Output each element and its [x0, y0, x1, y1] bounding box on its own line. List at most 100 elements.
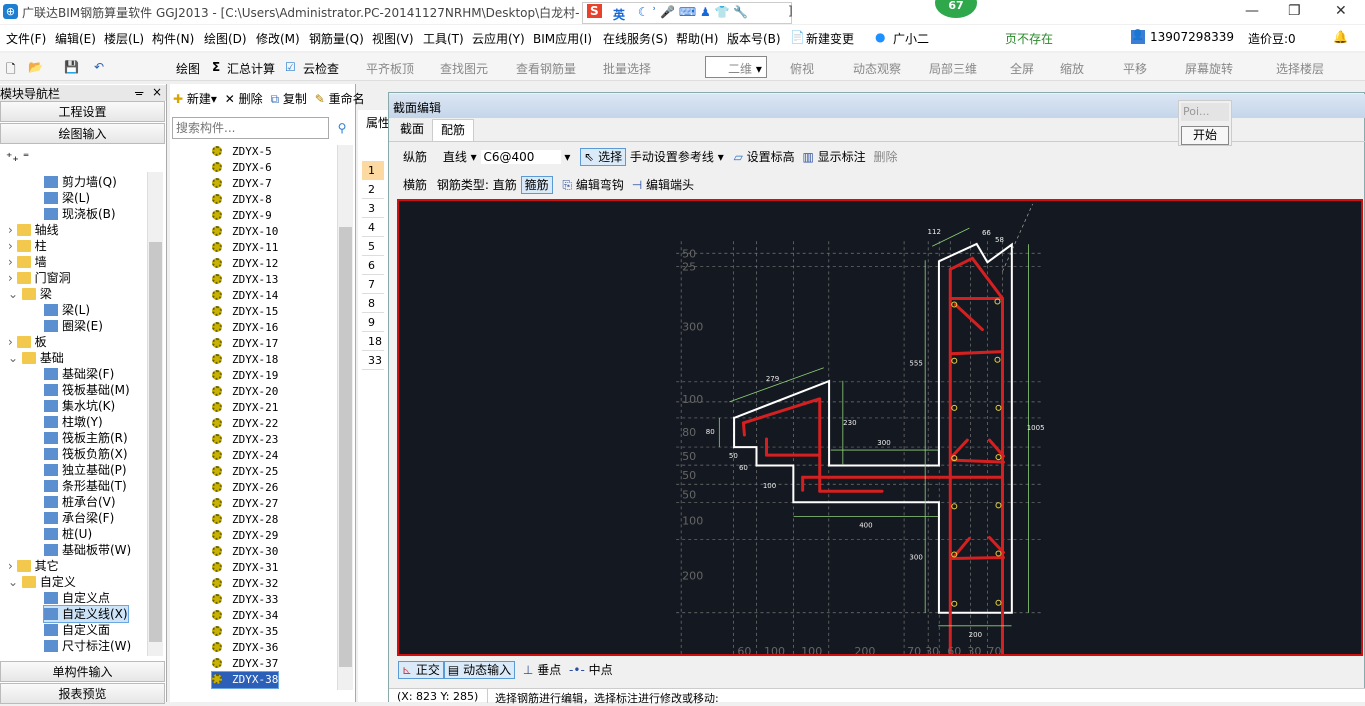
expand-toggle-icon[interactable]: › [8, 335, 17, 349]
pan-button[interactable]: 平移 [1123, 60, 1147, 77]
draw-input-button[interactable]: 绘图输入 [0, 123, 165, 144]
nav-tree-item[interactable]: › 轴线 [8, 222, 59, 238]
nav-tree-item[interactable]: › 墙 [8, 254, 47, 270]
expand-toggle-icon[interactable]: ⌄ [8, 575, 22, 589]
new-button[interactable]: 新建 [187, 92, 211, 106]
component-list-item[interactable]: ZDYX-25 [212, 464, 278, 480]
midpoint-snap-button[interactable]: 中点 [589, 663, 613, 677]
nav-tree-scrollbar[interactable] [147, 172, 163, 656]
component-list-item[interactable]: ZDYX-13 [212, 272, 278, 288]
nav-tree-item[interactable]: 桩承台(V) [44, 494, 116, 510]
account-phone[interactable]: 13907298339 [1150, 30, 1234, 44]
menu-draw[interactable]: 绘图(D) [204, 30, 247, 47]
component-list-item[interactable]: ZDYX-9 [212, 208, 272, 224]
bell-icon[interactable]: 🔔 [1333, 30, 1348, 44]
nav-tree-item[interactable]: 承台梁(F) [44, 510, 114, 526]
expand-toggle-icon[interactable]: › [8, 271, 17, 285]
save-icon[interactable]: 💾 [64, 60, 79, 74]
menu-view[interactable]: 视图(V) [372, 30, 414, 47]
component-list-item[interactable]: ZDYX-33 [212, 592, 278, 608]
nav-tree-item[interactable]: ⌄ 自定义 [8, 574, 76, 590]
property-row-number[interactable]: 7 [362, 275, 384, 294]
ime-toolbar[interactable]: S 英 ☾ ʾ 🎤 ⌨ ♟ 👕 🔧 [582, 2, 792, 24]
menu-component[interactable]: 构件(N) [152, 30, 194, 47]
menu-rebar[interactable]: 钢筋量(Q) [309, 30, 364, 47]
longitudinal-label[interactable]: 纵筋 [403, 150, 427, 164]
component-list-scrollbar[interactable] [337, 145, 353, 690]
show-dimension-button[interactable]: 显示标注 [818, 150, 866, 164]
tab-section[interactable]: 截面 [392, 119, 432, 141]
align-top-button[interactable]: 平齐板顶 [366, 60, 414, 77]
nav-tree-item[interactable]: 梁(L) [44, 302, 90, 318]
nav-tree-item[interactable]: 柱墩(Y) [44, 414, 103, 430]
view-mode-select[interactable]: 二维 ▾ [705, 56, 767, 78]
property-row-number[interactable]: 4 [362, 218, 384, 237]
component-list-item[interactable]: ZDYX-37 [212, 656, 278, 672]
property-row-number[interactable]: 5 [362, 237, 384, 256]
menu-floor[interactable]: 楼层(L) [104, 30, 144, 47]
component-list-item[interactable]: ZDYX-10 [212, 224, 278, 240]
component-list-item[interactable]: ZDYX-16 [212, 320, 278, 336]
component-list-item[interactable]: ZDYX-38 [210, 671, 280, 689]
component-list-item[interactable]: ZDYX-18 [212, 352, 278, 368]
expand-toggle-icon[interactable]: › [8, 223, 17, 237]
menu-cloud[interactable]: 云应用(Y) [472, 30, 525, 47]
pin-icon[interactable]: ᚚ [135, 85, 143, 99]
menu-new-change[interactable]: 新建变更 [806, 30, 854, 47]
property-row-number[interactable]: 33 [362, 351, 384, 370]
nav-tree-item[interactable]: › 板 [8, 334, 47, 350]
dynamic-input-button[interactable]: 动态输入 [463, 663, 511, 677]
menu-tools[interactable]: 工具(T) [423, 30, 464, 47]
expand-toggle-icon[interactable]: › [8, 239, 17, 253]
nav-close-icon[interactable]: × [152, 85, 162, 99]
rename-button[interactable]: 重命名 [329, 92, 365, 106]
dynamic-view-button[interactable]: 动态观察 [853, 60, 901, 77]
nav-tree-item[interactable]: 筏板负筋(X) [44, 446, 128, 462]
delete-rebar-button[interactable]: 删除 [874, 150, 898, 164]
nav-tree-item[interactable]: 自定义面 [44, 622, 110, 638]
component-list-item[interactable]: ZDYX-7 [212, 176, 272, 192]
component-list-item[interactable]: ZDYX-36 [212, 640, 278, 656]
expand-all-icon[interactable]: ⁺₊ ⁼ [6, 150, 29, 164]
property-row-number[interactable]: 1 [362, 161, 384, 180]
menu-file[interactable]: 文件(F) [6, 30, 46, 47]
nav-tree-item[interactable]: › 柱 [8, 238, 47, 254]
menu-assistant[interactable]: 广小二 [893, 30, 929, 47]
component-list-item[interactable]: ZDYX-19 [212, 368, 278, 384]
local-3d-button[interactable]: 局部三维 [929, 60, 977, 77]
expand-toggle-icon[interactable]: › [8, 255, 17, 269]
section-drawing-canvas[interactable]: 112 66 58 555 1005 279 80 230 300 50 60 100 400 300 20… [397, 199, 1363, 656]
component-list-item[interactable]: ZDYX-14 [212, 288, 278, 304]
component-list-item[interactable]: ZDYX-22 [212, 416, 278, 432]
edit-hook-button[interactable]: 编辑弯钩 [576, 178, 624, 192]
project-settings-button[interactable]: 工程设置 [0, 101, 165, 122]
manual-reference-line-button[interactable]: 手动设置参考线 [630, 150, 714, 164]
component-list-item[interactable]: ZDYX-32 [212, 576, 278, 592]
nav-tree-item[interactable]: 现浇板(B) [44, 206, 116, 222]
ortho-button[interactable]: 正交 [416, 663, 440, 677]
property-row-number[interactable]: 8 [362, 294, 384, 313]
component-list-item[interactable]: ZDYX-23 [212, 432, 278, 448]
section-drawing[interactable]: 112 6658555100527980230300506010040030020… [399, 201, 1363, 656]
top-view-button[interactable]: 俯视 [790, 60, 814, 77]
cloud-check-button[interactable]: 云检查 [303, 60, 339, 77]
fullscreen-button[interactable]: 全屏 [1010, 60, 1034, 77]
nav-tree-item[interactable]: 圈梁(E) [44, 318, 103, 334]
edit-end-button[interactable]: 编辑端头 [646, 178, 694, 192]
nav-tree-item[interactable]: 筏板基础(M) [44, 382, 130, 398]
component-list-item[interactable]: ZDYX-34 [212, 608, 278, 624]
nav-tree-item[interactable]: › 门窗洞 [8, 270, 71, 286]
menu-bim[interactable]: BIM应用(I) [533, 30, 592, 47]
nav-tree-item[interactable]: ⌄ 基础 [8, 350, 64, 366]
expand-toggle-icon[interactable]: ⌄ [8, 287, 22, 301]
nav-tree-item[interactable]: 自定义点 [44, 590, 110, 606]
rotate-button[interactable]: 屏幕旋转 [1185, 60, 1233, 77]
menu-online[interactable]: 在线服务(S) [603, 30, 668, 47]
nav-tree-item[interactable]: 基础板带(W) [44, 542, 131, 558]
transverse-label[interactable]: 横筋 [403, 178, 427, 192]
floor-select-button[interactable]: 选择楼层 [1276, 60, 1324, 77]
minimize-button[interactable]: — [1245, 3, 1259, 19]
component-list-item[interactable]: ZDYX-31 [212, 560, 278, 576]
component-list-item[interactable]: ZDYX-12 [212, 256, 278, 272]
component-list-item[interactable]: ZDYX-27 [212, 496, 278, 512]
